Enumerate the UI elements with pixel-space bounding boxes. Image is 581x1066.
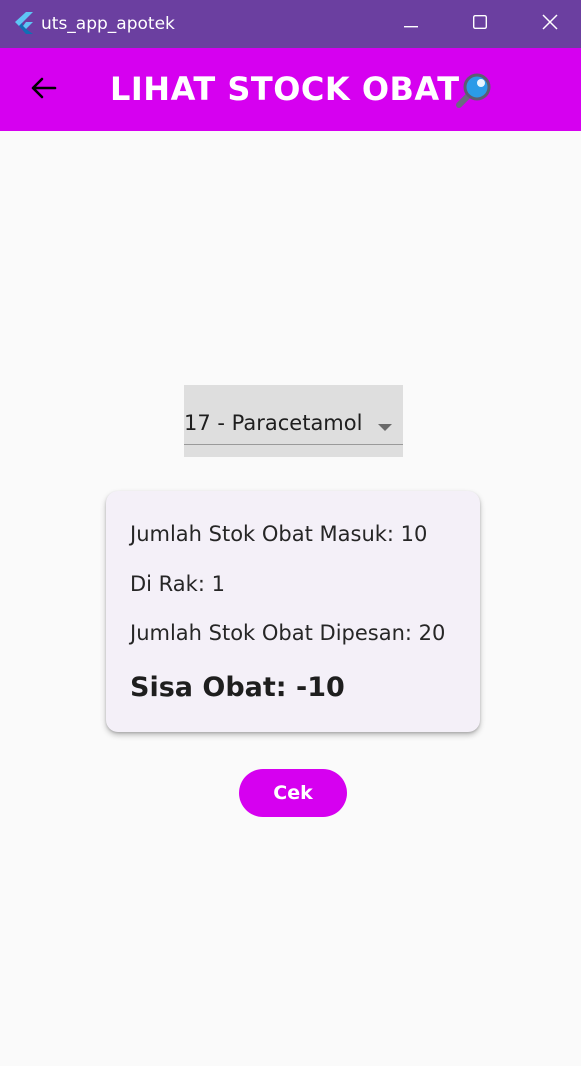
back-arrow-icon	[29, 76, 57, 105]
minimize-button[interactable]	[376, 0, 446, 48]
magnifier-icon	[452, 72, 492, 112]
maximize-icon	[472, 14, 488, 34]
di-rak-text: Di Rak: 1	[130, 572, 225, 596]
window-titlebar: uts_app_apotek	[0, 0, 581, 48]
window-title: uts_app_apotek	[41, 14, 175, 34]
flutter-icon	[14, 12, 34, 34]
stok-masuk-text: Jumlah Stok Obat Masuk: 10	[130, 522, 428, 546]
sisa-obat-text: Sisa Obat: -10	[130, 672, 345, 703]
dropdown-arrow-icon	[378, 419, 392, 431]
cek-button[interactable]: Cek	[239, 769, 347, 817]
dropdown-underline	[184, 444, 403, 445]
maximize-button[interactable]	[445, 0, 515, 48]
back-button[interactable]	[22, 70, 64, 110]
dropdown-selected-value: 17 - Paracetamol	[184, 411, 363, 435]
page-title: LIHAT STOCK OBAT	[110, 70, 460, 108]
stok-dipesan-text: Jumlah Stok Obat Dipesan: 20	[130, 621, 446, 645]
close-icon	[542, 13, 558, 35]
stock-info-card: Jumlah Stok Obat Masuk: 10 Di Rak: 1 Jum…	[106, 491, 480, 732]
close-button[interactable]	[515, 0, 581, 48]
minimize-icon	[404, 15, 418, 33]
app-bar: LIHAT STOCK OBAT	[0, 48, 581, 131]
obat-dropdown[interactable]: 17 - Paracetamol	[184, 385, 403, 457]
